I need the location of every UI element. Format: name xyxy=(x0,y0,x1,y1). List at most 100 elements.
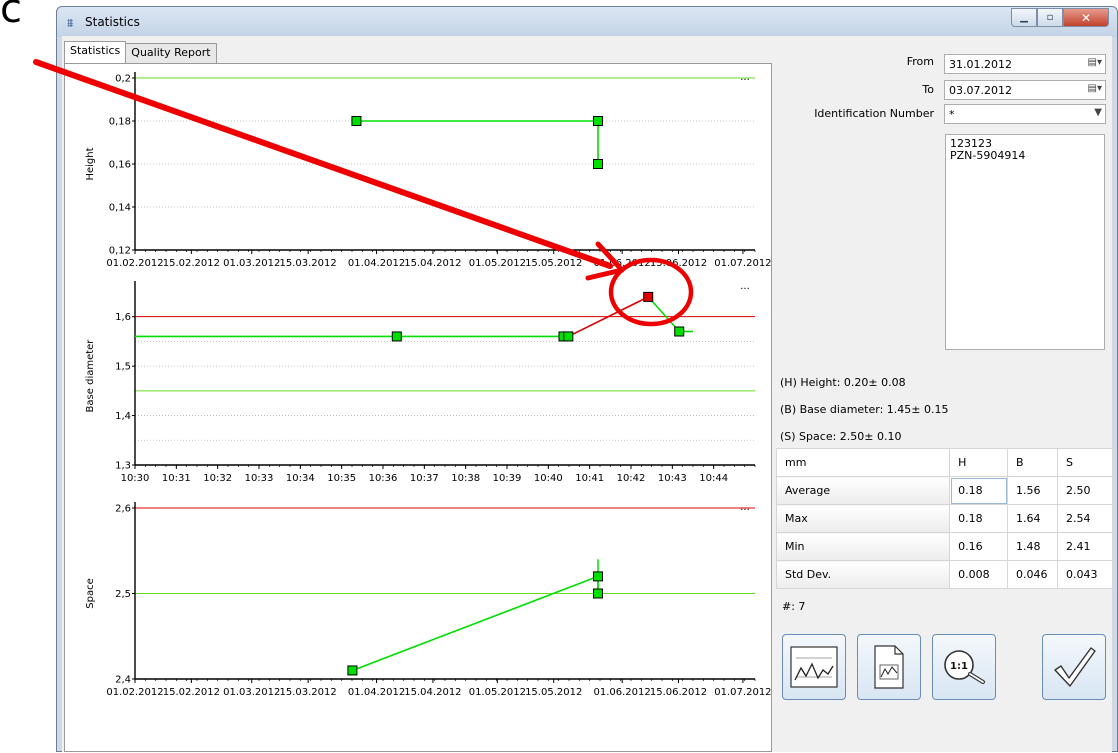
close-button[interactable]: ✕ xyxy=(1063,8,1109,27)
x-tick-label: 01.03.2012 xyxy=(223,687,280,698)
table-cell[interactable]: 1.56 xyxy=(1007,476,1059,505)
table-cell[interactable]: 0.008 xyxy=(949,560,1009,589)
x-tick-label: 10:44 xyxy=(699,473,728,484)
data-point xyxy=(347,665,358,676)
table-header-row: mm H B S xyxy=(775,448,1113,477)
close-icon: ✕ xyxy=(1080,10,1092,25)
data-point xyxy=(391,331,402,342)
identification-number-label: Identification Number xyxy=(814,107,934,120)
y-tick-label: 1,4 xyxy=(115,411,131,422)
x-tick-label: 01.02.2012 xyxy=(106,258,163,269)
x-tick-label: 10:37 xyxy=(410,473,439,484)
row-label: Max xyxy=(775,504,951,533)
zoom-reset-button[interactable]: 1:1 xyxy=(932,634,996,700)
chart-view-button[interactable] xyxy=(782,634,846,700)
x-tick-label: 01.05.2012 xyxy=(469,687,526,698)
identification-number-value: * xyxy=(949,108,955,121)
checkmark-icon xyxy=(1054,647,1096,687)
data-point xyxy=(592,588,603,599)
title-bar[interactable]: ⩩ Statistics ▁ ▫ ✕ xyxy=(57,7,1117,37)
table-cell[interactable]: 0.046 xyxy=(1007,560,1059,589)
y-tick-label: 2,6 xyxy=(115,504,131,515)
ok-button[interactable] xyxy=(1042,634,1106,700)
tab-statistics[interactable]: Statistics xyxy=(64,41,127,63)
data-point xyxy=(563,331,574,342)
y-tick-label: 1,5 xyxy=(115,362,131,373)
y-tick-label: 0,16 xyxy=(109,160,131,171)
x-tick-label: 15.06.2012 xyxy=(650,258,707,269)
table-cell[interactable]: 2.54 xyxy=(1057,504,1113,533)
y-tick-label: 1,6 xyxy=(115,312,131,323)
x-tick-label: 15.03.2012 xyxy=(279,258,336,269)
identification-number-list[interactable]: 123123 PZN-5904914 xyxy=(945,134,1105,350)
svg-text:1:1: 1:1 xyxy=(950,661,968,672)
record-count: #: 7 xyxy=(782,600,806,613)
window-controls: ▁ ▫ ✕ xyxy=(1011,8,1109,27)
table-row[interactable]: Average 0.18 1.56 2.50 xyxy=(775,476,1113,505)
corner-glyph: c xyxy=(0,0,22,32)
spec-height: (H) Height: 0.20± 0.08 xyxy=(780,376,906,389)
data-point xyxy=(592,116,603,126)
x-tick-label: 10:30 xyxy=(121,473,150,484)
x-tick-label: 15.04.2012 xyxy=(404,258,461,269)
report-button[interactable] xyxy=(857,634,921,700)
to-label: To xyxy=(922,83,934,96)
list-item[interactable]: PZN-5904914 xyxy=(950,150,1100,162)
table-cell[interactable]: 0.18 xyxy=(949,504,1009,533)
x-tick-label: 15.06.2012 xyxy=(650,687,707,698)
table-cell[interactable]: 1.64 xyxy=(1007,504,1059,533)
chart-menu-button: ... xyxy=(740,281,750,292)
data-point xyxy=(592,159,603,169)
x-tick-label: 15.02.2012 xyxy=(163,258,220,269)
statistics-table: mm H B S Average 0.18 1.56 2.50 Max 0.18… xyxy=(775,448,1113,589)
table-cell[interactable]: 0.18 xyxy=(949,476,1009,505)
y-tick-label: 0,14 xyxy=(109,203,131,214)
x-tick-label: 10:31 xyxy=(162,473,191,484)
x-tick-label: 10:41 xyxy=(575,473,604,484)
calendar-icon[interactable]: ▤▾ xyxy=(1088,57,1102,68)
x-tick-label: 01.03.2012 xyxy=(223,258,280,269)
from-label: From xyxy=(906,55,934,68)
x-tick-label: 10:40 xyxy=(534,473,563,484)
spec-space: (S) Space: 2.50± 0.10 xyxy=(780,430,902,443)
table-row[interactable]: Max 0.18 1.64 2.54 xyxy=(775,504,1113,533)
x-tick-label: 10:32 xyxy=(203,473,232,484)
to-date-value: 03.07.2012 xyxy=(949,84,1012,97)
x-tick-label: 01.05.2012 xyxy=(469,258,526,269)
row-label: Average xyxy=(775,476,951,505)
x-tick-label: 10:34 xyxy=(286,473,315,484)
table-cell[interactable]: 2.50 xyxy=(1057,476,1113,505)
report-document-icon xyxy=(874,645,904,689)
x-tick-label: 15.05.2012 xyxy=(525,258,582,269)
table-cell[interactable]: 1.48 xyxy=(1007,532,1059,561)
table-cell[interactable]: 0.16 xyxy=(949,532,1009,561)
from-date-value: 31.01.2012 xyxy=(949,58,1012,71)
y-tick-label: 2,5 xyxy=(115,589,131,600)
y-tick-label: 0,18 xyxy=(109,117,131,128)
data-point xyxy=(592,571,603,582)
column-header: H xyxy=(949,448,1009,477)
table-cell[interactable]: 0.043 xyxy=(1057,560,1113,589)
tab-quality-report[interactable]: Quality Report xyxy=(125,43,217,63)
x-tick-label: 10:39 xyxy=(493,473,522,484)
x-tick-label: 10:43 xyxy=(658,473,687,484)
table-row[interactable]: Std Dev. 0.008 0.046 0.043 xyxy=(775,560,1113,589)
table-cell[interactable]: 2.41 xyxy=(1057,532,1113,561)
from-date-picker[interactable]: 31.01.2012 ▤▾ xyxy=(944,54,1106,74)
table-row[interactable]: Min 0.16 1.48 2.41 xyxy=(775,532,1113,561)
y-tick-label: 1,3 xyxy=(115,461,131,472)
y-axis-label: Base diameter xyxy=(85,339,96,413)
chart-menu-button: ... xyxy=(740,502,750,513)
x-tick-label: 01.07.2012 xyxy=(714,687,771,698)
maximize-button[interactable]: ▫ xyxy=(1037,8,1063,27)
identification-number-combo[interactable]: * ▼ xyxy=(944,104,1106,124)
chevron-down-icon[interactable]: ▼ xyxy=(1094,107,1102,118)
to-date-picker[interactable]: 03.07.2012 ▤▾ xyxy=(944,80,1106,100)
data-point xyxy=(351,116,362,126)
x-tick-label: 01.04.2012 xyxy=(348,687,405,698)
minimize-button[interactable]: ▁ xyxy=(1011,8,1037,27)
x-tick-label: 10:35 xyxy=(327,473,356,484)
column-header: B xyxy=(1007,448,1059,477)
chart-panel: 0,2 0,18 0,16 0,14 0,12 01.02.2012 15.02.2012 0… xyxy=(64,63,772,752)
calendar-icon[interactable]: ▤▾ xyxy=(1088,83,1102,94)
